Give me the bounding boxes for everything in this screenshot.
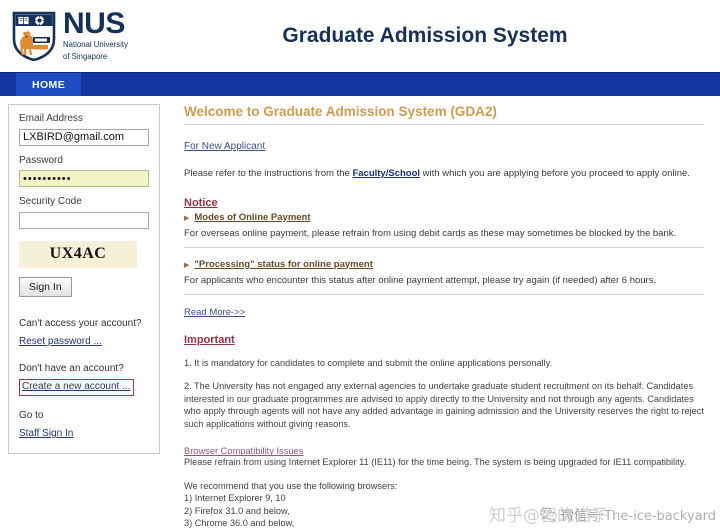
no-account-text: Don't have an account? — [19, 362, 124, 374]
staff-signin-link[interactable]: Staff Sign In — [19, 427, 73, 441]
login-panel: Email Address Password Security Code UX4… — [8, 104, 160, 454]
notice-divider-1 — [184, 293, 704, 295]
instructions-paragraph: Please refer to the instructions from th… — [184, 167, 704, 181]
nav-item-home[interactable]: HOME — [16, 73, 82, 96]
notice-body-0: For overseas online payment, please refr… — [184, 227, 677, 239]
important-item-1: 2. The University has not engaged any ex… — [184, 381, 704, 429]
sidebar-gap-3 — [19, 396, 149, 409]
instructions-post-text: with which you are applying before you p… — [420, 168, 690, 179]
important-heading: Important — [184, 333, 235, 346]
sign-in-button[interactable]: Sign In — [19, 276, 72, 297]
notice-bullet-row-0: ▶ Modes of Online Payment — [184, 212, 704, 225]
email-input[interactable] — [19, 128, 149, 146]
browser-list-item-2: 3) Chrome 36.0 and below, — [184, 518, 295, 528]
main-navbar: HOME — [0, 72, 720, 96]
notice-gap — [184, 248, 704, 257]
page-root: NUS National University of Singapore Gra… — [0, 0, 720, 528]
important-item-0: 1. It is mandatory for candidates to com… — [184, 357, 553, 368]
main-content: Welcome to Graduate Admission System (GD… — [160, 104, 720, 528]
browser-compat-line: Please refrain from using Internet Explo… — [184, 457, 687, 468]
browser-list-item-0: 1) Internet Explorer 9, 10 — [184, 493, 286, 504]
field-gap-1 — [19, 146, 149, 155]
heading-divider — [184, 124, 704, 125]
for-new-applicant-link[interactable]: For New Applicant — [184, 141, 265, 152]
notice-item-0: ▶ Modes of Online Payment For overseas o… — [184, 212, 704, 248]
goto-text: Go to — [19, 409, 44, 421]
triangle-bullet-icon: ▶ — [184, 214, 190, 222]
field-gap-2 — [19, 187, 149, 196]
sidebar-gap-1 — [19, 297, 149, 317]
instructions-pre-text: Please refer to the instructions from th… — [184, 168, 353, 179]
faculty-school-link[interactable]: Faculty/School — [352, 168, 420, 179]
notice-body-1: For applicants who encounter this status… — [184, 274, 657, 286]
navbar-spacer — [0, 73, 16, 96]
browser-recommend-block: We recommend that you use the following … — [184, 480, 704, 528]
page-header: NUS National University of Singapore Gra… — [0, 0, 720, 72]
security-code-label: Security Code — [19, 196, 82, 207]
browser-recommend-text: We recommend that you use the following … — [184, 481, 398, 492]
security-code-input[interactable] — [19, 211, 149, 229]
notice-heading: Notice — [184, 196, 218, 209]
notice-bullet-row-1: ▶ "Processing" status for online payment — [184, 259, 704, 272]
create-account-link[interactable]: Create a new account ... — [19, 378, 135, 396]
email-label: Email Address — [19, 113, 83, 124]
notice-item-1: ▶ "Processing" status for online payment… — [184, 259, 704, 295]
welcome-heading: Welcome to Graduate Admission System (GD… — [184, 104, 497, 119]
read-more-link[interactable]: Read More->> — [184, 307, 245, 318]
browser-compat-heading: Browser Compatibility Issues — [184, 446, 304, 457]
captcha-image: UX4AC — [19, 240, 137, 268]
content-area: Email Address Password Security Code UX4… — [0, 96, 720, 528]
notice-title-1[interactable]: "Processing" status for online payment — [194, 259, 372, 270]
browser-list-item-1: 2) Firefox 31.0 and below, — [184, 505, 290, 516]
notice-title-0[interactable]: Modes of Online Payment — [194, 212, 310, 223]
reset-password-link[interactable]: Reset password ... — [19, 335, 102, 349]
cant-access-text: Can't access your account? — [19, 317, 142, 329]
password-label: Password — [19, 154, 63, 166]
triangle-bullet-icon: ▶ — [184, 261, 190, 269]
page-title: Graduate Admission System — [282, 24, 568, 47]
sidebar-gap-2 — [19, 349, 149, 362]
nus-logo-subtitle-line2: of Singapore — [63, 52, 108, 61]
password-input[interactable] — [19, 170, 149, 187]
